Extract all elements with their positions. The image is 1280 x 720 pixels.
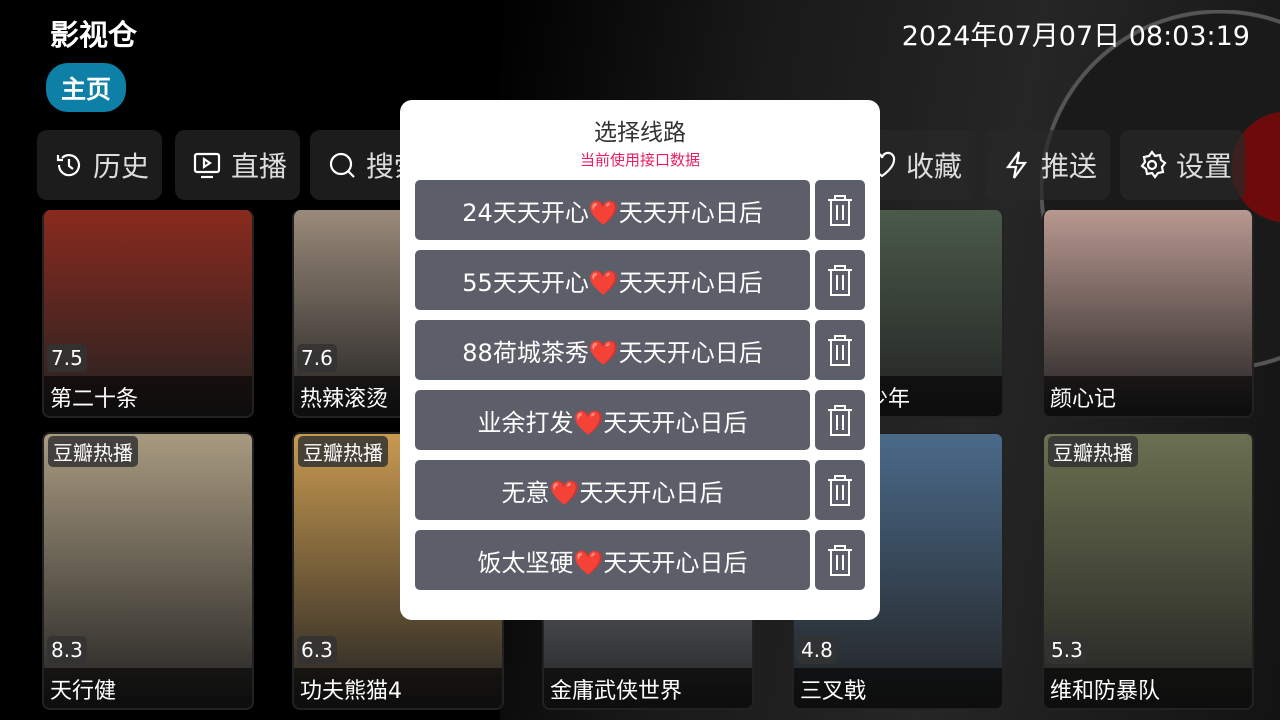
- nav-live[interactable]: 直播: [175, 130, 300, 200]
- tab-home[interactable]: 主页: [46, 63, 126, 112]
- rating: 7.6: [297, 344, 337, 372]
- rating: 5.3: [1047, 636, 1087, 664]
- nav-history[interactable]: 历史: [37, 130, 162, 200]
- poster-title: 金庸武侠世界: [544, 668, 752, 708]
- nav-label: 收藏: [906, 150, 963, 183]
- delete-route-button[interactable]: [815, 250, 865, 310]
- dialog-subtitle: 当前使用接口数据: [579, 151, 700, 169]
- route-button[interactable]: 无意❤️天天开心日后: [415, 460, 810, 520]
- delete-route-button[interactable]: [815, 180, 865, 240]
- trash-icon: [828, 335, 852, 366]
- nav-label: 推送: [1041, 150, 1098, 183]
- route-button[interactable]: 55天天开心❤️天天开心日后: [415, 250, 810, 310]
- hot-badge: 豆瓣热播: [1048, 436, 1138, 467]
- poster-card[interactable]: 颜心记: [1042, 210, 1254, 418]
- poster-card[interactable]: 豆瓣热播 5.3 维和防暴队: [1042, 432, 1254, 710]
- app-title: 影视仓: [50, 18, 138, 52]
- delete-route-button[interactable]: [815, 530, 865, 590]
- route-row: 业余打发❤️天天开心日后: [415, 390, 865, 450]
- poster-card[interactable]: 豆瓣热播 8.3 天行健: [42, 432, 254, 710]
- route-row: 55天天开心❤️天天开心日后: [415, 250, 865, 310]
- history-icon: [56, 154, 81, 177]
- route-button[interactable]: 88荷城茶秀❤️天天开心日后: [415, 320, 810, 380]
- route-button[interactable]: 饭太坚硬❤️天天开心日后: [415, 530, 810, 590]
- nav-settings[interactable]: 设置: [1120, 130, 1245, 200]
- rating: 6.3: [297, 636, 337, 664]
- trash-icon: [828, 195, 852, 226]
- search-icon: [329, 152, 355, 178]
- route-row: 无意❤️天天开心日后: [415, 460, 865, 520]
- dialog-title: 选择线路: [594, 120, 686, 146]
- hot-badge: 豆瓣热播: [48, 436, 138, 467]
- rating: 7.5: [47, 344, 87, 372]
- poster-title: 天行健: [44, 668, 252, 708]
- poster-card[interactable]: 7.5 第二十条: [42, 210, 254, 418]
- clock: 2024年07月07日 08:03:19: [901, 21, 1250, 52]
- rating: 4.8: [797, 636, 837, 664]
- poster-title: 维和防暴队: [1044, 668, 1252, 708]
- route-button[interactable]: 24天天开心❤️天天开心日后: [415, 180, 810, 240]
- nav-label: 设置: [1176, 150, 1233, 183]
- route-button[interactable]: 业余打发❤️天天开心日后: [415, 390, 810, 450]
- hot-badge: 豆瓣热播: [298, 436, 388, 467]
- delete-route-button[interactable]: [815, 460, 865, 520]
- poster-title: 第二十条: [44, 376, 252, 416]
- nav-label: 历史: [93, 150, 150, 183]
- route-row: 饭太坚硬❤️天天开心日后: [415, 530, 865, 590]
- route-select-dialog: 选择线路 当前使用接口数据 24天天开心❤️天天开心日后 55天天开心❤️天天开…: [400, 100, 880, 620]
- delete-route-button[interactable]: [815, 390, 865, 450]
- gear-icon: [1140, 150, 1167, 179]
- nav-label: 直播: [231, 150, 288, 183]
- trash-icon: [828, 545, 852, 576]
- poster-title: 三叉戟: [794, 668, 1002, 708]
- trash-icon: [828, 265, 852, 296]
- trash-icon: [828, 405, 852, 436]
- route-row: 88荷城茶秀❤️天天开心日后: [415, 320, 865, 380]
- tv-play-icon: [193, 152, 221, 179]
- nav-push[interactable]: 推送: [985, 130, 1110, 200]
- poster-title: 颜心记: [1044, 376, 1252, 416]
- poster-title: 功夫熊猫4: [294, 668, 502, 708]
- route-row: 24天天开心❤️天天开心日后: [415, 180, 865, 240]
- delete-route-button[interactable]: [815, 320, 865, 380]
- rating: 8.3: [47, 636, 87, 664]
- bolt-icon: [1005, 151, 1028, 179]
- trash-icon: [828, 475, 852, 506]
